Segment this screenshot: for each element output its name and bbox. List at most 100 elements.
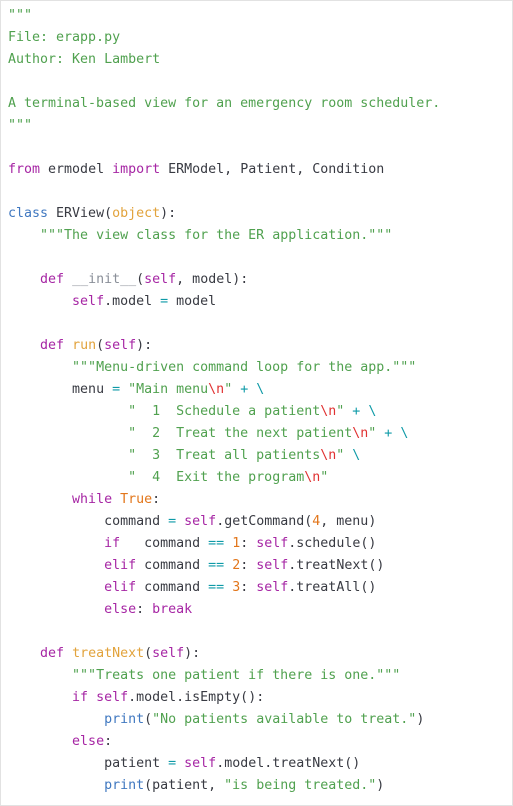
token-fn-run: run — [64, 338, 97, 353]
token-const-true: True — [120, 492, 153, 507]
token-kw-def-init: def — [40, 272, 65, 287]
token-builtin-print-2: print — [104, 778, 145, 793]
token-op-plus-2: + — [352, 404, 361, 419]
token-docstring-class: """The view class for the ER application… — [40, 228, 393, 243]
token-self-assign: self — [72, 294, 105, 309]
token-self-model-treatnext: self — [184, 756, 217, 771]
token-colon-else-2: : — [104, 734, 113, 749]
token-colon-else-1: : — [136, 602, 145, 617]
token-op-backslash-4: \ — [352, 448, 361, 463]
token-str-item2: " 2 Treat the next patient — [128, 426, 353, 441]
token-self-getcommand: self — [184, 514, 217, 529]
code-listing-figure: """ File: erapp.py Author: Ken Lambert A t… — [0, 0, 513, 806]
code-line-30: def treatNext(self): — [1, 643, 512, 665]
token-str-item1: " 1 Schedule a patient — [128, 404, 321, 419]
code-line-22: " 4 Exit the program\n" — [1, 467, 512, 489]
token-kw-if: if — [104, 536, 121, 551]
token-str-close-4: " — [336, 448, 345, 463]
token-attr-model: .model — [104, 294, 161, 309]
token-op-assign-patient: = — [168, 756, 177, 771]
code-line-31: """Treats one patient if there is one.""… — [1, 665, 512, 687]
token-treatnext-paren-close: ): — [184, 646, 201, 661]
token-str-close-3: " — [368, 426, 377, 441]
token-op-backslash-1: \ — [256, 382, 265, 397]
token-self-run: self — [104, 338, 137, 353]
code-line-15-blank — [1, 313, 512, 335]
token-kw-class: class — [8, 206, 49, 221]
token-colon-elif-1: : — [240, 558, 249, 573]
code-line-24: command = self.getCommand(4, menu) — [1, 511, 512, 533]
code-line-27: elif command == 3: self.treatAll() — [1, 577, 512, 599]
code-line-11: """The view class for the ER application… — [1, 225, 512, 247]
token-docstring-close: """ — [8, 118, 33, 133]
token-kw-def-run: def — [40, 338, 65, 353]
code-line-29-blank — [1, 621, 512, 643]
token-run-paren: ( — [96, 338, 105, 353]
token-cond-command-2: command — [144, 558, 209, 573]
token-str-close-5: " — [320, 470, 329, 485]
token-run-paren-close: ): — [136, 338, 153, 353]
token-print-paren-close-2: ) — [376, 778, 385, 793]
code-line-7-blank — [1, 137, 512, 159]
code-line-32: if self.model.isEmpty(): — [1, 687, 512, 709]
token-import-names: ERModel, Patient, Condition — [160, 162, 385, 177]
token-cond-command-3: command — [144, 580, 209, 595]
token-kw-elif-2: elif — [104, 580, 137, 595]
token-doc-author: Author: Ken Lambert — [8, 52, 161, 67]
token-base-object: object — [112, 206, 161, 221]
token-kw-import: import — [112, 162, 161, 177]
token-call-getcommand: .getCommand( — [216, 514, 313, 529]
code-line-21: " 3 Treat all patients\n" \ — [1, 445, 512, 467]
code-line-6: """ — [1, 115, 512, 137]
code-line-35: patient = self.model.treatNext() — [1, 753, 512, 775]
code-line-25: if command == 1: self.schedule() — [1, 533, 512, 555]
token-op-assign-menu: = — [112, 382, 121, 397]
code-line-1: """ — [1, 5, 512, 27]
token-op-assign: = — [160, 294, 169, 309]
token-fn-init: __init__ — [72, 272, 137, 287]
token-paren-open: ( — [104, 206, 113, 221]
token-self-treatall-call: self — [256, 580, 289, 595]
token-call-treatnext: .treatNext() — [288, 558, 385, 573]
token-module-ermodel: ermodel — [40, 162, 113, 177]
code-line-18: menu = "Main menu\n" + \ — [1, 379, 512, 401]
token-print-patient-args: (patient, — [144, 778, 225, 793]
code-line-3: Author: Ken Lambert — [1, 49, 512, 71]
token-call-isempty: .model.isEmpty(): — [128, 690, 265, 705]
token-var-patient: patient — [104, 756, 169, 771]
code-line-26: elif command == 2: self.treatNext() — [1, 555, 512, 577]
token-self-treatnext-def: self — [152, 646, 185, 661]
token-var-command: command — [104, 514, 169, 529]
token-esc-n-1: \n — [208, 382, 225, 397]
token-arg-menu: , menu) — [320, 514, 377, 529]
code-line-34: else: — [1, 731, 512, 753]
token-print-paren-close-1: ) — [416, 712, 425, 727]
token-doc-file: File: erapp.py — [8, 30, 121, 45]
token-op-eqeq-1: == — [208, 536, 225, 551]
token-doc-summary: A terminal-based view for an emergency r… — [8, 96, 441, 111]
token-docstring-open: """ — [8, 8, 33, 23]
token-esc-n-3: \n — [352, 426, 369, 441]
token-treatnext-paren: ( — [144, 646, 153, 661]
token-kw-break: break — [152, 602, 193, 617]
token-print-paren-1: ( — [144, 712, 153, 727]
code-line-23: while True: — [1, 489, 512, 511]
token-op-eqeq-3: == — [208, 580, 225, 595]
code-line-19: " 1 Schedule a patient\n" + \ — [1, 401, 512, 423]
token-esc-n-4: \n — [320, 448, 337, 463]
code-line-28: else: break — [1, 599, 512, 621]
token-self-treatnext-call: self — [256, 558, 289, 573]
token-kw-elif-1: elif — [104, 558, 137, 573]
token-op-assign-command: = — [168, 514, 177, 529]
code-line-2: File: erapp.py — [1, 27, 512, 49]
token-init-paren: ( — [136, 272, 145, 287]
token-call-schedule: .schedule() — [288, 536, 377, 551]
python-source-listing[interactable]: """ File: erapp.py Author: Ken Lambert A t… — [1, 1, 512, 797]
token-fn-treatnext: treatNext — [64, 646, 145, 661]
token-kw-def-treatnext: def — [40, 646, 65, 661]
code-content: """ File: erapp.py Author: Ken Lambert A t… — [1, 5, 512, 797]
token-esc-n-5: \n — [304, 470, 321, 485]
token-init-args: , model): — [176, 272, 249, 287]
token-kw-while: while — [72, 492, 113, 507]
code-line-16: def run(self): — [1, 335, 512, 357]
